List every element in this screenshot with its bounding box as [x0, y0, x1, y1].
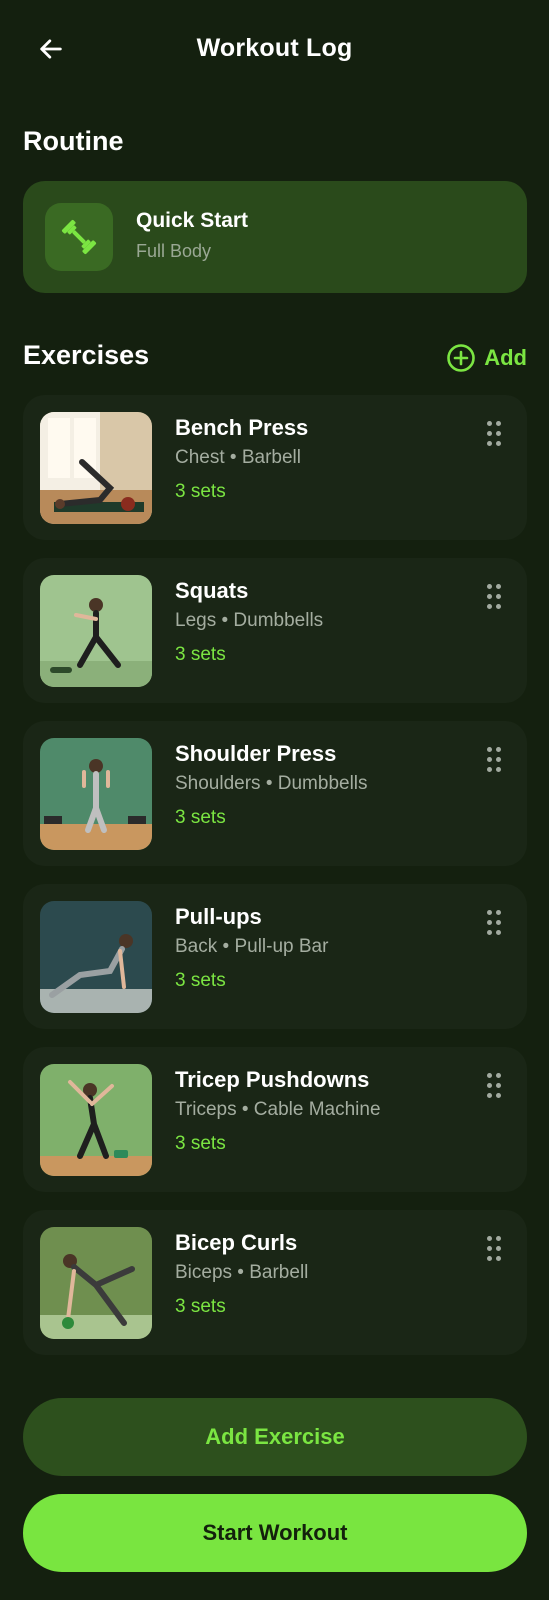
- exercise-card[interactable]: Bench Press Chest • Barbell 3 sets: [23, 395, 527, 540]
- exercise-card[interactable]: Pull-ups Back • Pull-up Bar 3 sets: [23, 884, 527, 1029]
- routine-name: Quick Start: [136, 209, 249, 232]
- exercise-thumbnail: [40, 1227, 152, 1339]
- start-workout-button[interactable]: Start Workout: [23, 1494, 527, 1572]
- exercise-sets: 3 sets: [175, 1133, 226, 1154]
- add-exercise-link[interactable]: Add: [446, 343, 527, 373]
- exercise-thumbnail: [40, 738, 152, 850]
- drag-handle-icon[interactable]: [486, 1073, 504, 1099]
- add-link-label: Add: [484, 345, 527, 370]
- exercise-thumbnail: [40, 575, 152, 687]
- drag-handle-icon[interactable]: [486, 747, 504, 773]
- drag-handle-icon[interactable]: [486, 584, 504, 610]
- exercise-sets: 3 sets: [175, 970, 226, 991]
- exercise-meta: Shoulders • Dumbbells: [175, 773, 368, 794]
- dumbbell-icon: [61, 219, 97, 255]
- exercise-thumbnail: [40, 901, 152, 1013]
- exercise-card[interactable]: Shoulder Press Shoulders • Dumbbells 3 s…: [23, 721, 527, 866]
- page-title: Workout Log: [196, 34, 353, 62]
- routine-card[interactable]: Quick Start Full Body: [23, 181, 527, 293]
- exercise-sets: 3 sets: [175, 1296, 226, 1317]
- exercise-thumbnail: [40, 412, 152, 524]
- workout-log-screen: Workout Log Routine Quick Start Full Bod…: [0, 0, 549, 1600]
- exercise-name: Bench Press: [175, 415, 309, 440]
- exercise-thumbnail: [40, 1064, 152, 1176]
- drag-handle-icon[interactable]: [486, 421, 504, 447]
- add-exercise-button[interactable]: Add Exercise: [23, 1398, 527, 1476]
- exercises-section-title: Exercises: [23, 340, 150, 370]
- exercise-name: Bicep Curls: [175, 1230, 298, 1255]
- exercise-meta: Back • Pull-up Bar: [175, 936, 329, 957]
- drag-handle-icon[interactable]: [486, 1236, 504, 1262]
- exercise-card[interactable]: Bicep Curls Biceps • Barbell 3 sets: [23, 1210, 527, 1355]
- routine-icon-tile: [45, 203, 113, 271]
- exercise-meta: Chest • Barbell: [175, 447, 301, 468]
- exercise-meta: Biceps • Barbell: [175, 1262, 309, 1283]
- exercise-meta: Legs • Dumbbells: [175, 610, 324, 631]
- plus-circle-icon: [447, 344, 476, 372]
- routine-subtitle: Full Body: [136, 241, 212, 261]
- routine-section-title: Routine: [23, 126, 124, 156]
- exercise-card[interactable]: Squats Legs • Dumbbells 3 sets: [23, 558, 527, 703]
- exercise-card[interactable]: Tricep Pushdowns Triceps • Cable Machine…: [23, 1047, 527, 1192]
- exercise-sets: 3 sets: [175, 481, 226, 502]
- drag-handle-icon[interactable]: [486, 910, 504, 936]
- exercise-meta: Triceps • Cable Machine: [175, 1099, 381, 1120]
- exercise-name: Squats: [175, 578, 249, 603]
- exercise-sets: 3 sets: [175, 644, 226, 665]
- exercise-sets: 3 sets: [175, 807, 226, 828]
- app-header: Workout Log: [0, 0, 549, 100]
- exercise-name: Tricep Pushdowns: [175, 1067, 370, 1092]
- exercise-name: Pull-ups: [175, 904, 262, 929]
- exercise-name: Shoulder Press: [175, 741, 337, 766]
